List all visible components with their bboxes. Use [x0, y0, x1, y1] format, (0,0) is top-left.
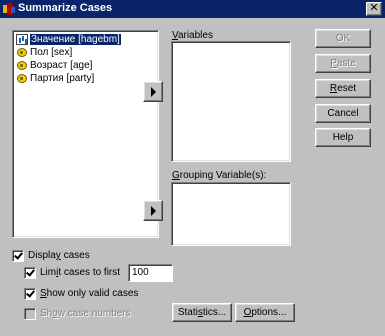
nominal-variable-icon [17, 48, 27, 57]
statistics-button[interactable]: Statistics... [172, 303, 232, 322]
close-icon[interactable]: ✕ [366, 2, 382, 16]
summarize-cases-dialog: Summarize Cases ✕ Значение [hagebm] Пол [… [0, 0, 385, 336]
checkbox-box[interactable] [12, 250, 24, 262]
variable-label: Пол [sex] [30, 47, 73, 58]
grouping-variables-label: Grouping Variable(s): [172, 170, 267, 181]
window-title: Summarize Cases [18, 2, 113, 14]
variable-list-item[interactable]: Партия [party] [16, 72, 158, 85]
checkbox-box[interactable] [24, 267, 36, 279]
variable-label: Значение [hagebm] [30, 34, 121, 45]
nominal-variable-icon [17, 61, 27, 70]
source-variable-list[interactable]: Значение [hagebm] Пол [sex] Возраст [age] П… [12, 30, 159, 238]
checkbox-label: Limit cases to first [40, 267, 121, 278]
move-to-grouping-button[interactable] [143, 200, 163, 221]
variables-label: Variables [172, 30, 213, 41]
checkbox-label: Show case numbers [40, 308, 131, 319]
checkbox-box[interactable] [24, 288, 36, 300]
variables-list[interactable] [171, 41, 291, 162]
move-to-variables-button[interactable] [143, 81, 163, 102]
title-bar[interactable]: Summarize Cases ✕ [0, 0, 385, 18]
cancel-button[interactable]: Cancel [315, 104, 371, 123]
grouping-variables-list[interactable] [171, 182, 291, 246]
options-button[interactable]: Options... [235, 303, 295, 322]
scale-icon [16, 34, 28, 45]
variable-list-item[interactable]: Возраст [age] [16, 59, 158, 72]
variable-list-item[interactable]: Пол [sex] [16, 46, 158, 59]
spss-app-icon [3, 3, 15, 15]
checkbox-label: Show only valid cases [40, 288, 139, 299]
reset-button[interactable]: Reset [315, 79, 371, 98]
nominal-variable-icon [17, 74, 27, 83]
variable-label: Партия [party] [30, 73, 95, 84]
arrow-right-icon [151, 87, 156, 97]
checkbox-label: Display cases [28, 250, 90, 261]
paste-button[interactable]: Paste [315, 54, 371, 73]
help-button[interactable]: Help [315, 128, 371, 147]
arrow-right-icon [151, 206, 156, 216]
variable-label: Возраст [age] [30, 60, 93, 71]
checkbox-box[interactable] [24, 308, 36, 320]
limit-cases-input[interactable]: 100 [128, 264, 173, 282]
ok-button[interactable]: OK [315, 29, 371, 48]
variable-list-item[interactable]: Значение [hagebm] [16, 33, 158, 46]
